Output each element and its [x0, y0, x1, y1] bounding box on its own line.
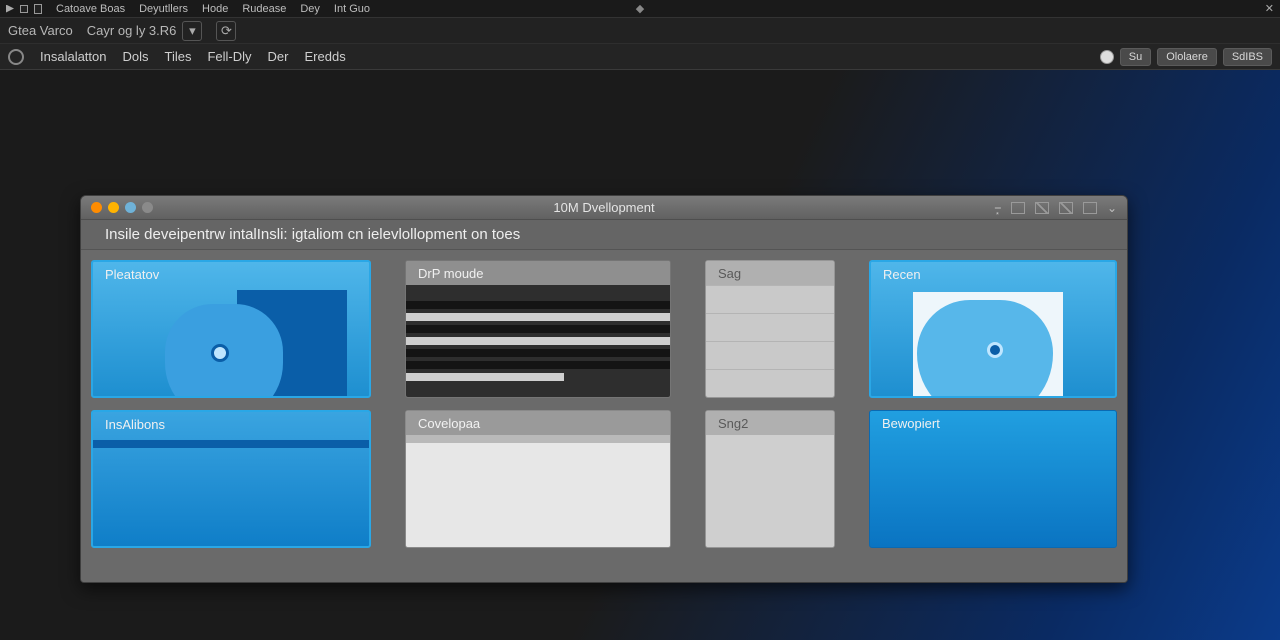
play-icon[interactable] — [6, 5, 14, 13]
panel-icon[interactable] — [1011, 202, 1025, 214]
card-rows — [706, 285, 834, 397]
inner-window-body: Pleatatov DrP moude Sag Re — [81, 250, 1127, 582]
document-icon[interactable] — [34, 4, 42, 14]
tab-eredds[interactable]: Eredds — [305, 49, 346, 64]
os-menu-item[interactable]: Hode — [202, 3, 228, 15]
toolbar-button-su[interactable]: Su — [1120, 48, 1151, 66]
card-artwork — [93, 286, 369, 396]
inner-window: 10M Dvellopment ⎯͙ ⌄ Insile deveipentrw … — [80, 195, 1128, 583]
pin-icon — [987, 342, 1003, 358]
os-menu-item[interactable]: Rudease — [242, 3, 286, 15]
card-pleatatov[interactable]: Pleatatov — [91, 260, 371, 398]
chevron-down-icon[interactable]: ⌄ — [1107, 201, 1117, 215]
project-name: Cayr og ly 3.R6 — [87, 23, 177, 38]
card-recen[interactable]: Recen — [869, 260, 1117, 398]
card-header: Covelopaa — [406, 411, 670, 435]
card-drp-moude[interactable]: DrP moude — [405, 260, 671, 398]
code-preview — [406, 285, 670, 397]
card-header: Recen — [871, 262, 1115, 286]
card-header: Bewopiert — [870, 411, 1116, 435]
os-start-glyphs — [6, 4, 42, 14]
toolbar-right: Su Ololaere SdIBS — [1100, 48, 1272, 66]
card-header: Sng2 — [706, 411, 834, 435]
card-header: Sag — [706, 261, 834, 285]
card-header: Pleatatov — [93, 262, 369, 286]
dropdown-icon[interactable]: ▾ — [182, 21, 202, 41]
os-menu-item[interactable]: Catoave Boas — [56, 3, 125, 15]
app-title: Gtea Varco — [8, 23, 73, 38]
pin-icon — [211, 344, 229, 362]
tab-tiles[interactable]: Tiles — [165, 49, 192, 64]
traffic-minimize-icon[interactable] — [108, 202, 119, 213]
card-artwork — [871, 286, 1115, 396]
refresh-icon[interactable]: ⟳ — [216, 21, 236, 41]
card-bewopiert[interactable]: Bewopiert — [869, 410, 1117, 548]
wifi-icon: ⎯͙ — [995, 200, 1001, 215]
toolbar-button-sdibs[interactable]: SdIBS — [1223, 48, 1272, 66]
inner-window-title: 10M Dvellopment — [553, 200, 654, 215]
os-menu-item[interactable]: Dey — [300, 3, 320, 15]
os-menubar: Catoave Boas Deyutllers Hode Rudease Dey… — [0, 0, 1280, 18]
tabs: Insalalatton Dols Tiles Fell-Dly Der Ere… — [8, 49, 346, 65]
card-sag[interactable]: Sag — [705, 260, 835, 398]
traffic-zoom-icon[interactable] — [125, 202, 136, 213]
card-stripe — [93, 440, 369, 448]
card-body — [706, 435, 834, 547]
os-menu-item[interactable]: Deyutllers — [139, 3, 188, 15]
brand-icon — [8, 49, 24, 65]
card-header: DrP moude — [406, 261, 670, 285]
os-menu-item[interactable]: Int Guo — [334, 3, 370, 15]
inner-window-subtitle: Insile deveipentrw intalInsli: igtaliom … — [81, 220, 1127, 250]
card-covelopaa[interactable]: Covelopaa — [405, 410, 671, 548]
traffic-lights — [81, 202, 153, 213]
status-dot-icon — [1100, 50, 1114, 64]
inner-window-tools: ⎯͙ ⌄ — [995, 200, 1117, 215]
project-selector[interactable]: Cayr og ly 3.R6 ▾ — [87, 21, 203, 41]
app-toolbar: Gtea Varco Cayr og ly 3.R6 ▾ ⟳ — [0, 18, 1280, 44]
traffic-extra-icon — [142, 202, 153, 213]
window-icon[interactable] — [20, 5, 28, 13]
tab-installation[interactable]: Insalalatton — [40, 49, 107, 64]
traffic-close-icon[interactable] — [91, 202, 102, 213]
card-sng2[interactable]: Sng2 — [705, 410, 835, 548]
close-icon[interactable]: ✕ — [1265, 2, 1274, 15]
tab-dols[interactable]: Dols — [123, 49, 149, 64]
card-header: InsAlibons — [93, 412, 369, 436]
display-icon[interactable] — [1083, 202, 1097, 214]
toolbar-button-ololaere[interactable]: Ololaere — [1157, 48, 1217, 66]
app-tabbar: Insalalatton Dols Tiles Fell-Dly Der Ere… — [0, 44, 1280, 70]
share-icon[interactable] — [1035, 202, 1049, 214]
inner-window-titlebar[interactable]: 10M Dvellopment ⎯͙ ⌄ — [81, 196, 1127, 220]
card-insalibons[interactable]: InsAlibons — [91, 410, 371, 548]
sync-icon[interactable] — [1059, 202, 1073, 214]
center-dot-icon: ◆ — [636, 2, 644, 15]
tab-der[interactable]: Der — [268, 49, 289, 64]
card-body — [406, 443, 670, 547]
tab-felldly[interactable]: Fell-Dly — [207, 49, 251, 64]
